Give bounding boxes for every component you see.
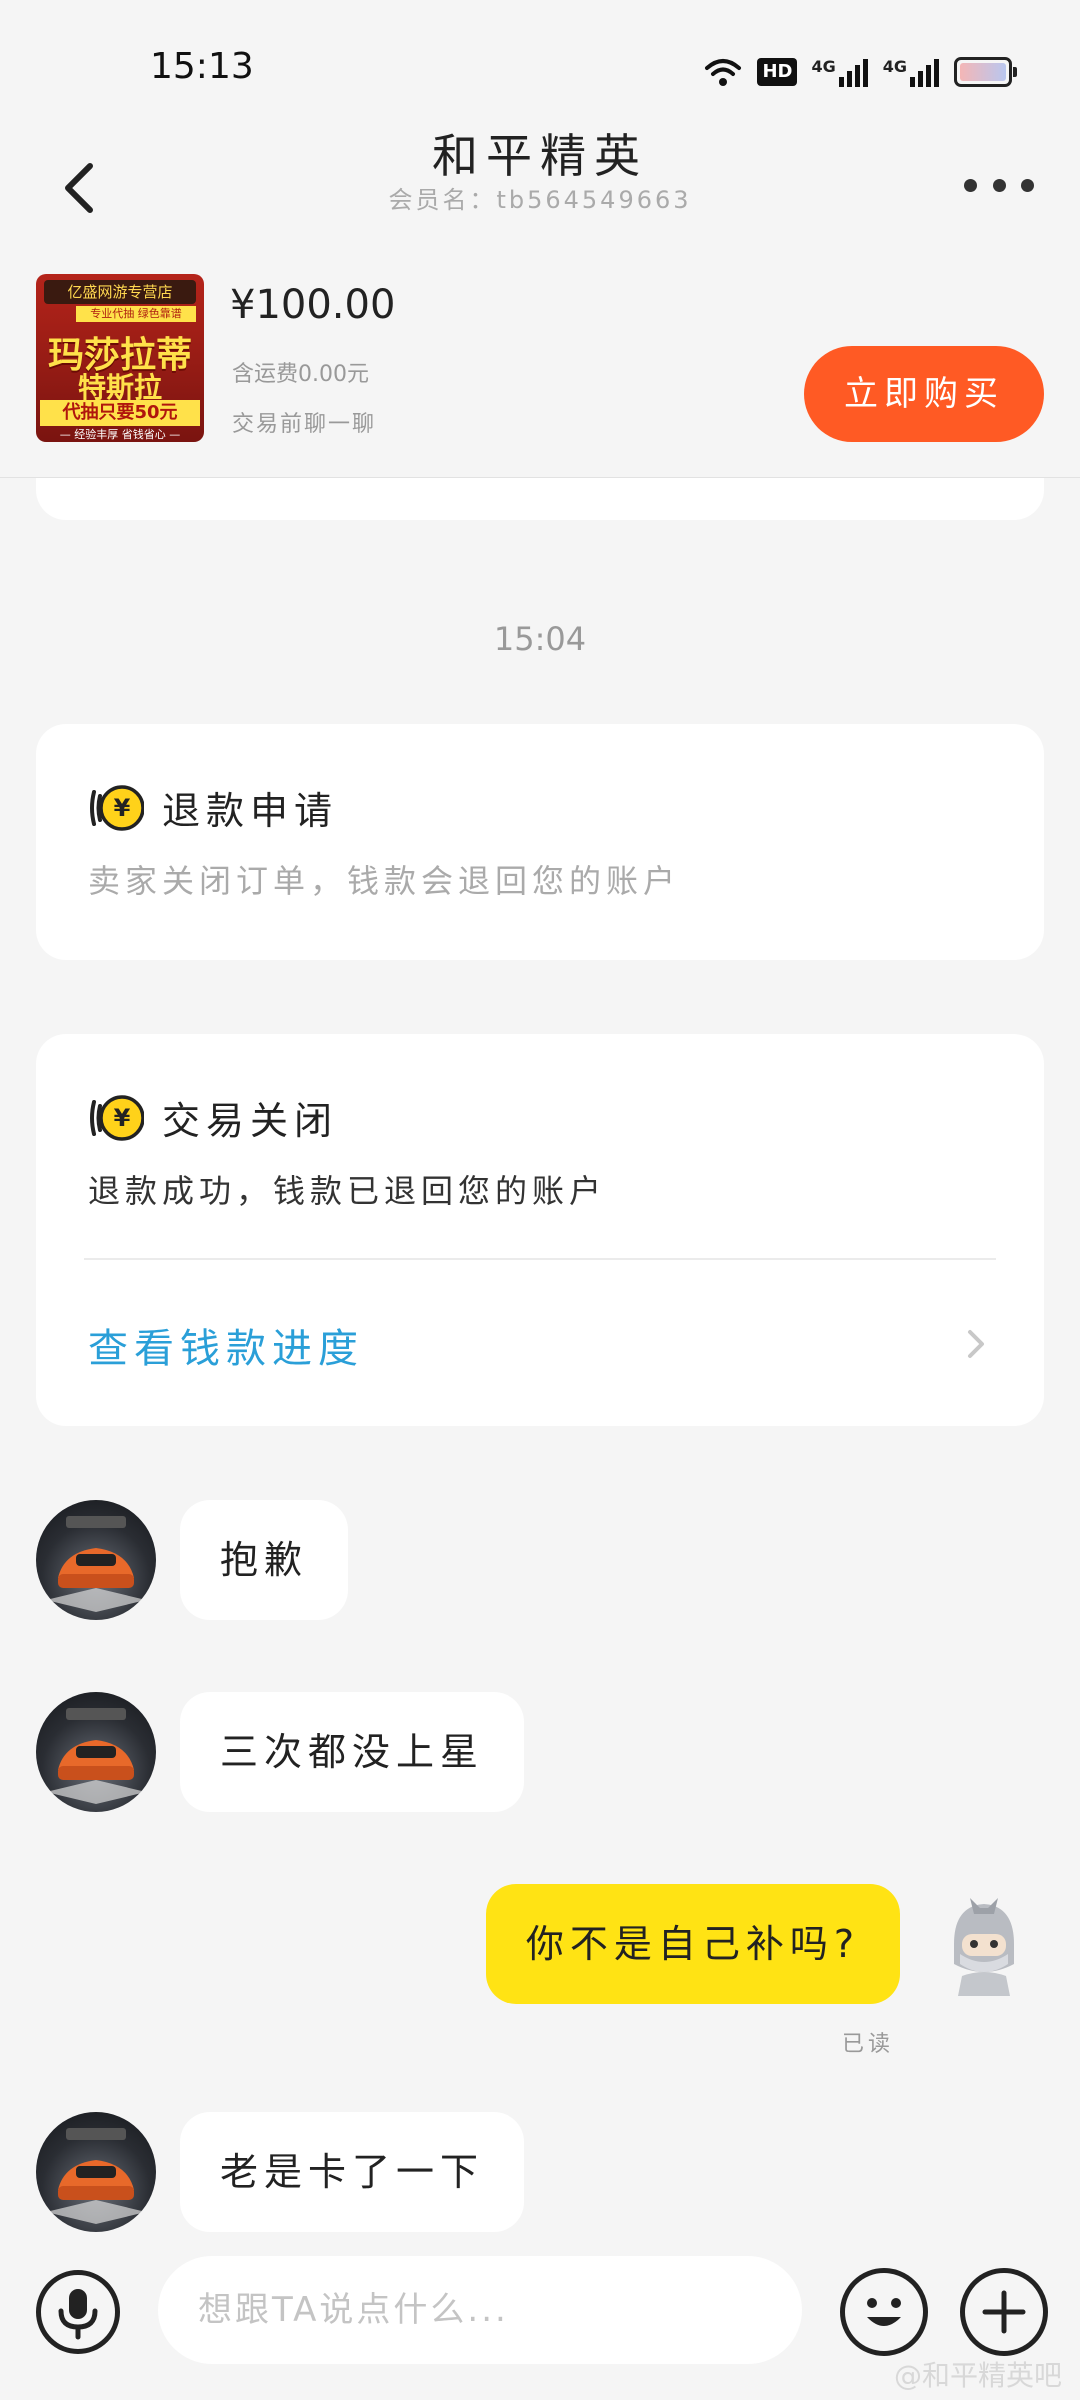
member-name: 会员名：tb564549663 [388,186,692,214]
view-refund-progress-link[interactable]: 查看钱款进度 [88,1316,364,1374]
card-description: 卖家关闭订单，钱款会退回您的账户 [88,862,681,900]
seller-avatar[interactable] [36,1692,156,1812]
svg-text:¥: ¥ [114,794,131,822]
status-time: 15:13 [150,46,254,87]
buy-now-button[interactable]: 立即购买 [804,346,1044,442]
battery-fill [960,63,1006,81]
divider [84,1258,996,1260]
message-row: 三次都没上星 [0,1692,1080,1812]
previous-card-edge [36,478,1044,520]
card-header: ¥ 交易关闭 [88,1090,338,1145]
product-bar[interactable]: 亿盛网游专营店 专业代抽 绿色靠谱 玛莎拉蒂 特斯拉 代抽只要50元 — 经验丰… [0,260,1080,478]
refund-request-card[interactable]: ¥ 退款申请 卖家关闭订单，钱款会退回您的账户 [36,724,1044,960]
car-image [46,1708,146,1804]
message-row: 你不是自己补吗? 已读 [0,1884,1080,2064]
message-input[interactable] [158,2256,802,2364]
page-title: 和平精英 [432,129,648,183]
thumb-promo: 代抽只要50元 [40,400,200,426]
status-icons: HD 4G 4G [703,52,1017,92]
watermark: @和平精英吧 [893,2359,1062,2392]
network-type-label: 4G [811,57,836,76]
status-bar: 15:13 HD 4G 4G [0,0,1080,120]
network-type-label: 4G [882,57,907,76]
product-thumbnail[interactable]: 亿盛网游专营店 专业代抽 绿色靠谱 玛莎拉蒂 特斯拉 代抽只要50元 — 经验丰… [36,274,204,442]
emoji-icon[interactable] [840,2268,928,2356]
chevron-right-icon[interactable] [964,1324,988,1364]
message-bubble[interactable]: 抱歉 [180,1500,349,1620]
seller-avatar[interactable] [36,2112,156,2232]
chat-timestamp: 15:04 [493,620,587,658]
refund-yen-icon: ¥ [90,784,144,831]
car-image [46,1516,146,1612]
read-status: 已读 [841,2032,894,2057]
ninja-avatar-image [954,1898,1014,1996]
card-description: 退款成功，钱款已退回您的账户 [88,1172,607,1210]
signal-4g-icon: 4G [883,57,940,87]
wifi-icon [705,59,742,86]
my-message-bubble[interactable]: 你不是自己补吗? [485,1884,900,2004]
my-avatar[interactable] [924,1884,1044,2004]
product-shipping: 含运费0.00元 [232,362,369,387]
message-bubble[interactable]: 三次都没上星 [180,1692,525,1812]
thumb-footer: — 经验丰厚 省钱省心 — [59,428,181,441]
trade-closed-card: ¥ 交易关闭 退款成功，钱款已退回您的账户 查看钱款进度 [36,1034,1044,1426]
thumb-subtitle: 专业代抽 绿色靠谱 [76,306,196,322]
message-bubble[interactable]: 老是卡了一下 [180,2112,525,2232]
card-header: ¥ 退款申请 [88,780,338,835]
card-title: 退款申请 [162,789,339,833]
product-chat-hint: 交易前聊一聊 [232,412,377,437]
thumb-shop-name: 亿盛网游专营店 [44,280,196,304]
car-image [46,2128,146,2224]
product-price: ¥100.00 [230,282,396,328]
svg-text:¥: ¥ [114,1104,131,1132]
message-row: 老是卡了一下 [0,2112,1080,2232]
message-row: 抱歉 [0,1500,1080,1620]
battery-icon [954,57,1017,87]
refund-yen-icon: ¥ [90,1094,144,1141]
card-title: 交易关闭 [162,1099,339,1143]
plus-icon[interactable] [960,2268,1048,2356]
signal-4g-icon: 4G [811,57,868,87]
microphone-icon[interactable] [36,2270,120,2354]
chat-header: 和平精英 会员名：tb564549663 [0,120,1080,260]
hd-icon: HD [757,58,798,86]
more-dots-icon[interactable] [964,160,1034,210]
seller-avatar[interactable] [36,1500,156,1620]
